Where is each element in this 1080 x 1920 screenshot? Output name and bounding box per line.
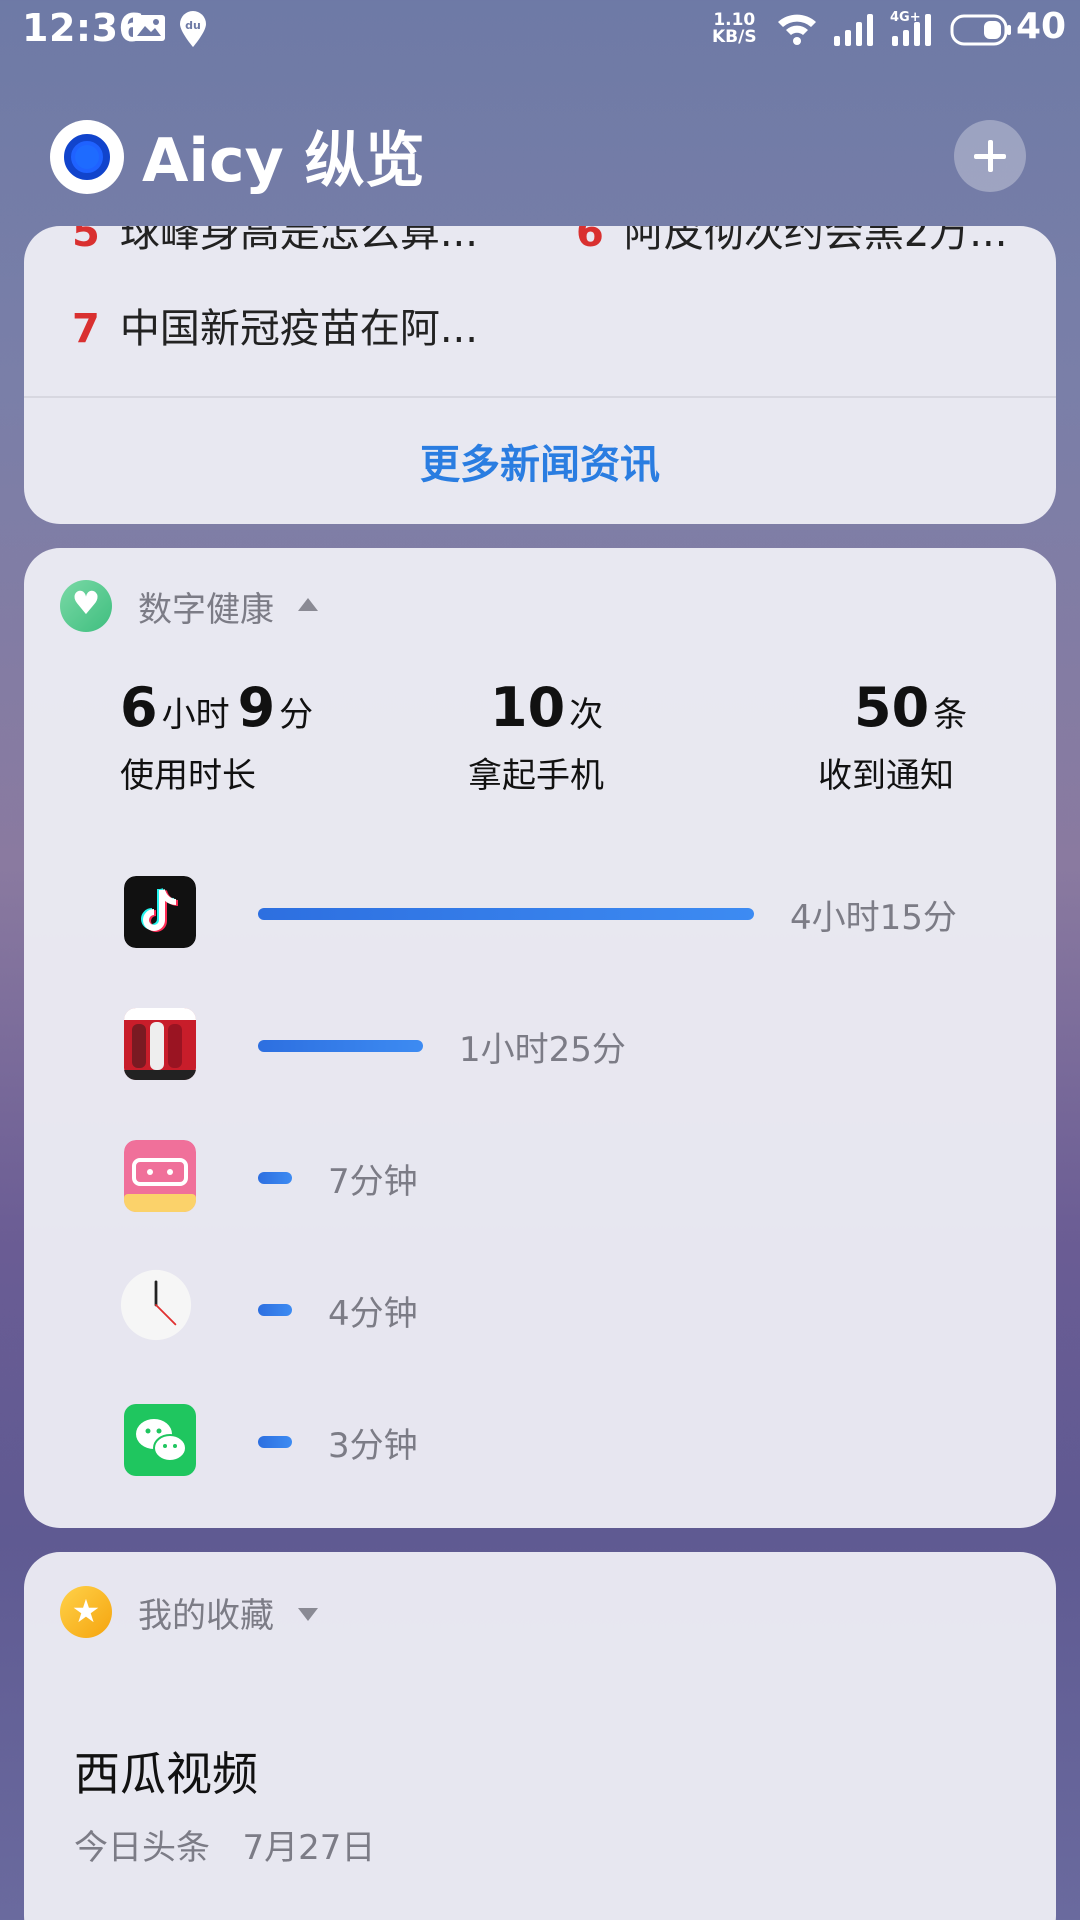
screen-time-hours-unit: 小时 — [161, 695, 230, 735]
usage-duration: 4小时15分 — [790, 898, 957, 938]
news-rank: 7 — [72, 306, 100, 352]
news-item[interactable]: 7 中国新冠疫苗在阿... — [72, 296, 478, 354]
favorites-card: 我的收藏 西瓜视频 今日头条 7月27日 — [24, 1552, 1056, 1920]
signal-icon — [834, 14, 873, 46]
notifications-unit: 条 — [933, 695, 968, 735]
location-pin-icon: du — [180, 11, 206, 47]
usage-bar — [258, 1040, 423, 1052]
status-bar: 12:36 du 1.10 KB/S 4G+ 40 — [0, 0, 1080, 60]
network-speed-unit: KB/S — [712, 27, 757, 47]
notifications-count: 50 — [854, 676, 930, 739]
notifications-value: 50 条 — [854, 676, 975, 739]
efootball-icon — [124, 1008, 196, 1080]
news-partial-row: 5 球峰身高是怎么算... 6 阿皮彻次约会黑2万... — [24, 226, 1056, 260]
app-usage-row[interactable]: 1小时25分 — [24, 1008, 1056, 1088]
tiktok-icon — [124, 876, 196, 948]
usage-bar — [258, 1436, 292, 1448]
battery-icon — [950, 14, 1011, 46]
pickups-label: 拿起手机 — [468, 756, 604, 796]
clock-icon — [120, 1269, 192, 1341]
collapse-arrow-icon[interactable] — [298, 598, 318, 611]
digital-health-icon — [60, 580, 112, 632]
status-time: 12:36 — [22, 6, 146, 50]
usage-duration: 4分钟 — [328, 1294, 418, 1334]
notifications-label: 收到通知 — [818, 756, 954, 796]
svg-text:du: du — [185, 19, 201, 32]
battery-level: 40 — [1016, 6, 1067, 47]
screen-time-hours: 6 — [120, 676, 158, 739]
usage-duration: 1小时25分 — [459, 1030, 626, 1070]
more-news-link[interactable]: 更多新闻资讯 — [24, 432, 1056, 490]
app-usage-row[interactable]: 4分钟 — [24, 1269, 1056, 1352]
screen-time-minutes-unit: 分 — [279, 695, 314, 735]
pickups-value: 10 次 — [490, 676, 611, 739]
divider — [24, 396, 1056, 398]
favorite-item-date: 7月27日 — [242, 1828, 376, 1868]
pickups-count: 10 — [490, 676, 566, 739]
favorite-item-meta: 今日头条 7月27日 — [74, 1820, 375, 1869]
news-rank: 6 — [576, 226, 604, 256]
favorites-title[interactable]: 我的收藏 — [138, 1588, 274, 1637]
news-item[interactable]: 6 阿皮彻次约会黑2万... — [576, 226, 1007, 258]
news-headline: 球峰身高是怎么算... — [119, 226, 478, 256]
expand-arrow-icon[interactable] — [298, 1608, 318, 1621]
page-title: Aicy 纵览 — [142, 126, 425, 196]
usage-bar — [258, 908, 754, 920]
screen-time-value: 6 小时 9 分 — [120, 676, 321, 739]
usage-duration: 3分钟 — [328, 1426, 418, 1466]
screen-time-minutes: 9 — [237, 676, 276, 739]
digital-health-card: 数字健康 6小时9分 使用时长 10次 拿起手机 50条 收到通知 4小时15分 — [24, 548, 1056, 1528]
news-rank: 5 — [72, 226, 100, 256]
digital-health-title[interactable]: 数字健康 — [138, 582, 274, 631]
network-speed: 1.10 KB/S — [712, 12, 757, 46]
app-usage-row[interactable]: 3分钟 — [24, 1404, 1056, 1484]
aicy-logo-icon[interactable] — [50, 120, 124, 194]
wifi-icon — [778, 14, 816, 45]
usage-duration: 7分钟 — [328, 1162, 418, 1202]
signal-4g-icon — [892, 14, 931, 46]
app-usage-row[interactable]: 7分钟 — [24, 1140, 1056, 1220]
news-headline: 中国新冠疫苗在阿... — [119, 306, 478, 352]
screen-time-label: 使用时长 — [120, 756, 256, 796]
usage-bar — [258, 1304, 292, 1316]
news-card: 5 球峰身高是怎么算... 6 阿皮彻次约会黑2万... 7 中国新冠疫苗在阿... … — [24, 226, 1056, 524]
wechat-icon — [124, 1404, 196, 1476]
bilibili-icon — [124, 1140, 196, 1212]
gallery-notification-icon — [133, 15, 165, 41]
app-usage-row[interactable]: 4小时15分 — [24, 876, 1056, 956]
news-headline: 阿皮彻次约会黑2万... — [623, 226, 1008, 256]
usage-bar — [258, 1172, 292, 1184]
favorite-item-title[interactable]: 西瓜视频 — [74, 1738, 258, 1804]
pickups-unit: 次 — [569, 695, 604, 735]
favorite-item-source: 今日头条 — [74, 1828, 210, 1868]
star-icon — [60, 1586, 112, 1638]
add-widget-button[interactable] — [954, 120, 1026, 192]
news-item[interactable]: 5 球峰身高是怎么算... — [72, 226, 478, 258]
